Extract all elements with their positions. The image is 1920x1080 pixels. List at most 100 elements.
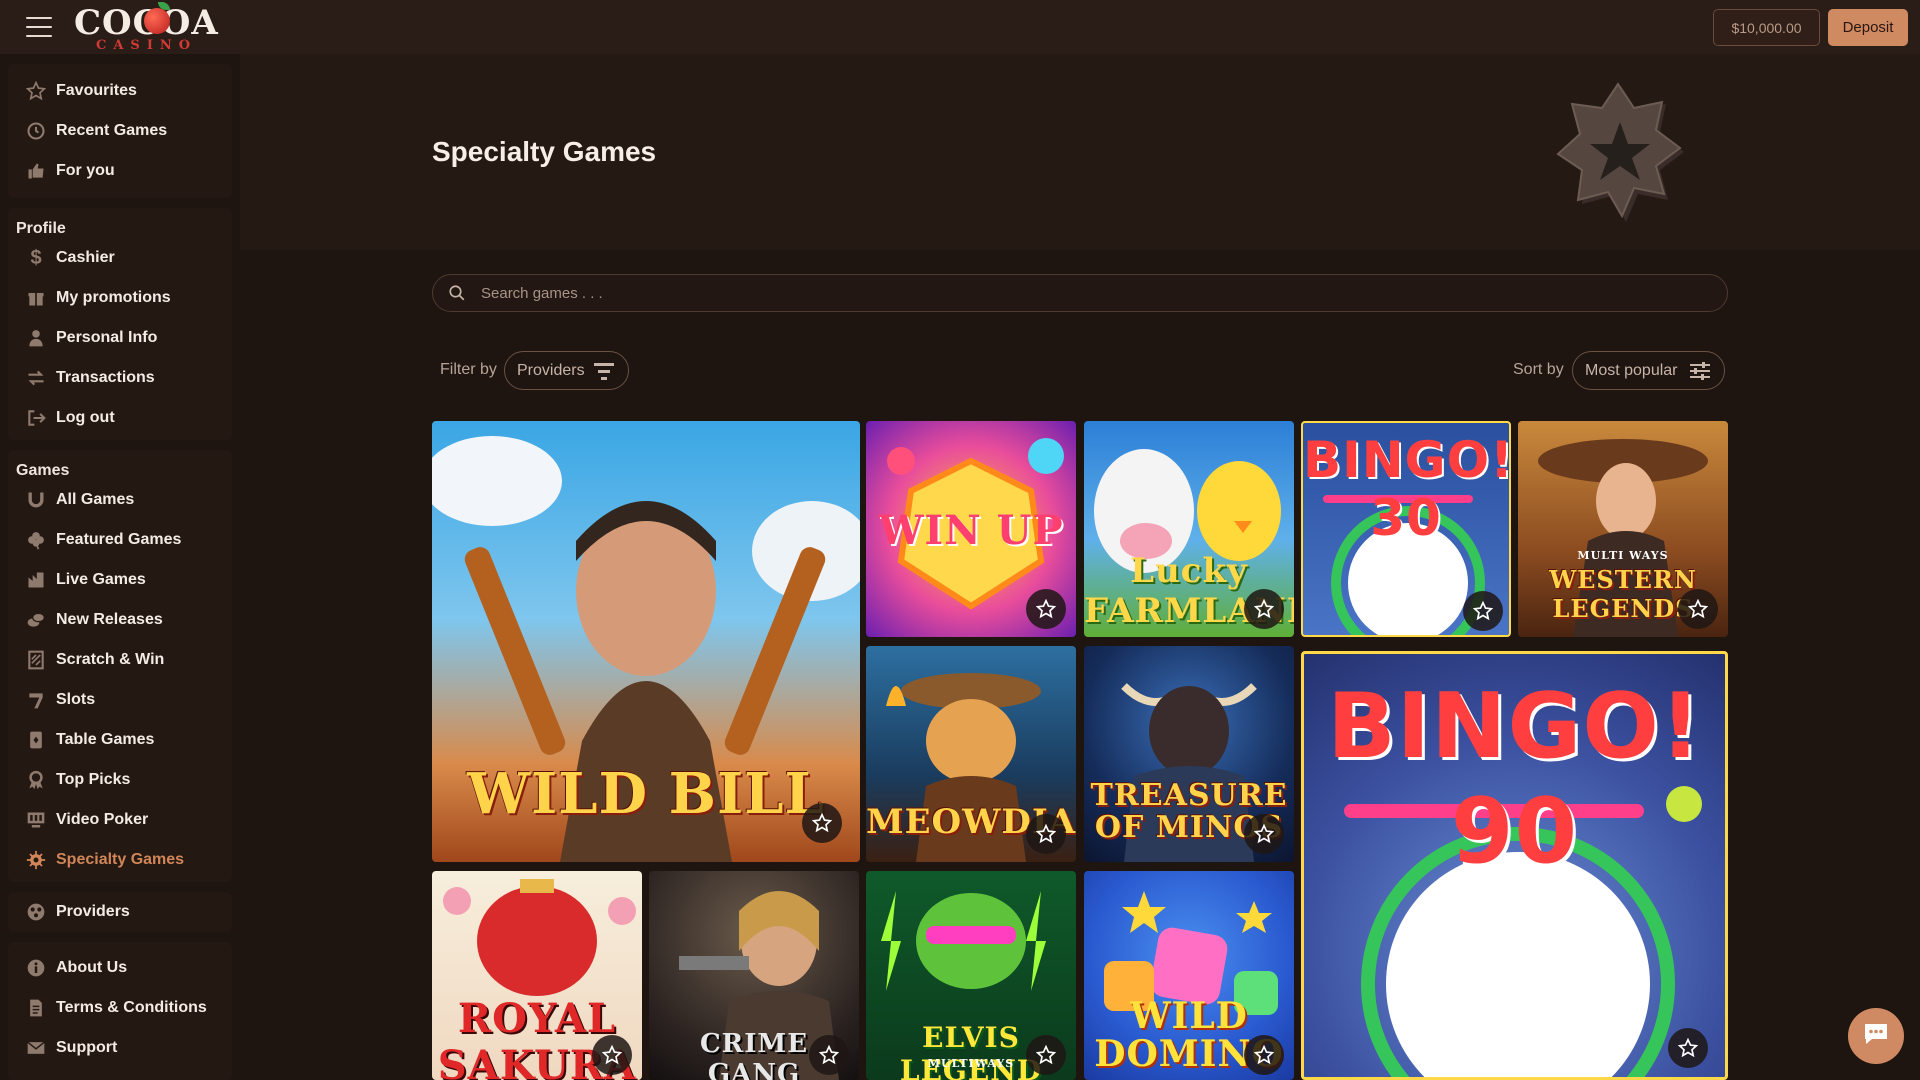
sidebar-item-label: Table Games: [56, 731, 155, 748]
favourite-star-icon[interactable]: [1026, 589, 1066, 629]
game-title: WILD BILL: [467, 761, 825, 827]
favourite-star-icon[interactable]: [1678, 589, 1718, 629]
favourite-star-icon[interactable]: [1026, 814, 1066, 854]
sidebar-item-scratch-win[interactable]: Scratch & Win: [16, 640, 232, 680]
search-icon: [445, 281, 469, 305]
favourite-star-icon[interactable]: [802, 803, 842, 843]
game-tile-crime-gang[interactable]: CRIME GANG: [649, 871, 859, 1080]
specialty-star-icon: [1556, 82, 1686, 232]
clover-icon: [24, 528, 48, 552]
slot-icon: [24, 688, 48, 712]
sidebar-item-label: Log out: [56, 409, 115, 426]
game-tile-royal-sakura[interactable]: ROYAL SAKURA: [432, 871, 642, 1080]
profile-heading: Profile: [16, 220, 66, 237]
favourite-star-icon[interactable]: [1244, 1035, 1284, 1075]
sidebar-item-all-games[interactable]: All Games: [16, 480, 232, 520]
sidebar-item-terms-conditions[interactable]: Terms & Conditions: [16, 988, 232, 1028]
game-title: BINGO! 30: [1303, 431, 1511, 547]
sidebar-item-label: Top Picks: [56, 771, 131, 788]
sidebar-item-label: Favourites: [56, 82, 137, 99]
sidebar-item-label: Providers: [56, 903, 130, 920]
sidebar-item-providers[interactable]: Providers: [16, 892, 232, 932]
document-icon: [24, 996, 48, 1020]
sidebar-item-label: Transactions: [56, 369, 155, 386]
sidebar-item-video-poker[interactable]: Video Poker: [16, 800, 232, 840]
sliders-icon: [1690, 362, 1710, 385]
sidebar-quick-group: Favourites Recent Games For you: [8, 64, 232, 198]
game-tile-elvis-legend[interactable]: ELVIS LEGEND MULTIWAYS: [866, 871, 1076, 1080]
dollar-icon: $: [30, 246, 42, 269]
user-icon: [24, 326, 48, 350]
logo-subtext: CASINO: [96, 38, 198, 53]
favourite-star-icon[interactable]: [1668, 1028, 1708, 1068]
hand-icon: [24, 159, 48, 183]
sidebar-item-cashier[interactable]: $ Cashier: [16, 238, 232, 278]
sidebar-item-label: Recent Games: [56, 122, 168, 139]
sidebar-item-label: For you: [56, 162, 115, 179]
favourite-star-icon[interactable]: [592, 1035, 632, 1075]
history-icon: [24, 119, 48, 143]
sort-value: Most popular: [1585, 361, 1678, 379]
games-heading: Games: [16, 462, 70, 479]
sidebar-item-my-promotions[interactable]: My promotions: [16, 278, 232, 318]
live-icon: [24, 568, 48, 592]
game-tile-bingo-90[interactable]: BINGO! 90: [1301, 651, 1728, 1080]
sidebar-item-favourites[interactable]: Favourites: [16, 71, 232, 111]
sidebar-item-live-games[interactable]: Live Games: [16, 560, 232, 600]
game-tile-wild-domino[interactable]: WILD DOMINO: [1084, 871, 1294, 1080]
top-bar: COCOA CASINO $10,000.00 Deposit: [0, 0, 1920, 54]
cherry-icon: [144, 8, 170, 34]
favourite-star-icon[interactable]: [1463, 591, 1503, 631]
mail-icon: [24, 1036, 48, 1060]
sidebar-item-label: Cashier: [56, 249, 115, 266]
game-tile-wild-bill[interactable]: WILD BILL: [432, 421, 860, 862]
deposit-button[interactable]: Deposit: [1828, 9, 1908, 46]
sidebar-item-slots[interactable]: Slots: [16, 680, 232, 720]
gift-icon: [24, 286, 48, 310]
sidebar-item-about-us[interactable]: About Us: [16, 948, 232, 988]
sidebar-item-label: Featured Games: [56, 531, 182, 548]
sidebar-item-label: All Games: [56, 491, 135, 508]
cards-icon: [24, 728, 48, 752]
scratch-icon: [24, 648, 48, 672]
sidebar-item-log-out[interactable]: Log out: [16, 398, 232, 438]
sidebar-item-label: My promotions: [56, 289, 171, 306]
sidebar-item-new-releases[interactable]: New Releases: [16, 600, 232, 640]
sidebar-item-recent-games[interactable]: Recent Games: [16, 111, 232, 151]
sidebar-item-table-games[interactable]: Table Games: [16, 720, 232, 760]
sidebar-item-label: Personal Info: [56, 329, 158, 346]
filter-value: Providers: [517, 361, 585, 379]
sidebar-item-personal-info[interactable]: Personal Info: [16, 318, 232, 358]
info-icon: [24, 956, 48, 980]
providers-filter-button[interactable]: Providers: [504, 351, 629, 390]
sidebar-item-label: Live Games: [56, 571, 146, 588]
sidebar-games-group: Games All Games Featured Games Live Game…: [8, 450, 232, 882]
favourite-star-icon[interactable]: [809, 1035, 849, 1075]
game-tile-meowdian[interactable]: MEOWDIAN: [866, 646, 1076, 862]
search-bar[interactable]: [432, 274, 1728, 312]
sidebar-item-transactions[interactable]: Transactions: [16, 358, 232, 398]
menu-icon[interactable]: [26, 17, 52, 37]
search-input[interactable]: [481, 284, 1681, 302]
favourite-star-icon[interactable]: [1244, 589, 1284, 629]
sidebar-item-specialty-games[interactable]: Specialty Games: [16, 840, 232, 880]
game-tile-bingo-30[interactable]: BINGO! 30: [1301, 421, 1511, 637]
game-tile-win-up[interactable]: WIN UP: [866, 421, 1076, 637]
logo[interactable]: COCOA CASINO: [74, 2, 218, 53]
favourite-star-icon[interactable]: [1244, 814, 1284, 854]
sort-dropdown[interactable]: Most popular: [1572, 351, 1725, 390]
sidebar-item-top-picks[interactable]: Top Picks: [16, 760, 232, 800]
filter-icon: [594, 362, 614, 385]
sidebar-providers-group: Providers: [8, 892, 232, 932]
sidebar-item-support[interactable]: Support: [16, 1028, 232, 1068]
chat-button[interactable]: [1848, 1008, 1904, 1064]
balance-button[interactable]: $10,000.00: [1713, 9, 1820, 46]
favourite-star-icon[interactable]: [1026, 1035, 1066, 1075]
sidebar-item-label: About Us: [56, 959, 128, 976]
sidebar-item-for-you[interactable]: For you: [16, 151, 232, 191]
game-tile-western-legends[interactable]: MULTI WAYS WESTERN LEGENDS: [1518, 421, 1728, 637]
sidebar-item-featured-games[interactable]: Featured Games: [16, 520, 232, 560]
game-tag: MULTI WAYS: [1577, 549, 1669, 562]
game-tile-lucky-farmland[interactable]: Lucky FARMLAND: [1084, 421, 1294, 637]
game-tile-treasure-of-minos[interactable]: TREASURE OF MINOS: [1084, 646, 1294, 862]
